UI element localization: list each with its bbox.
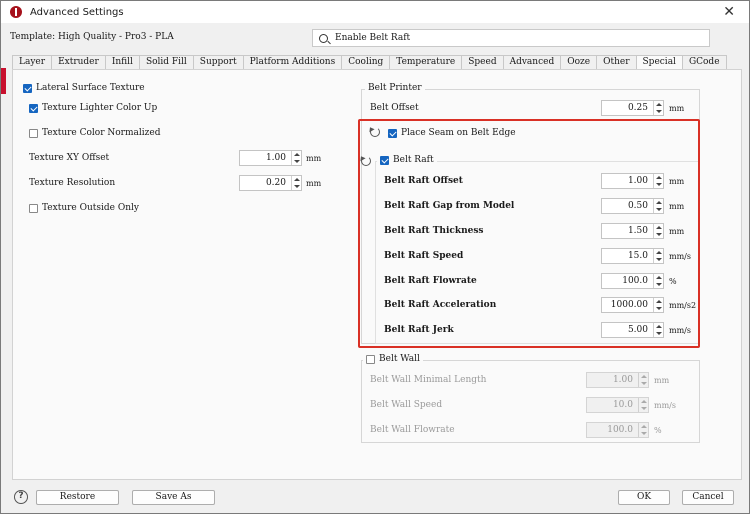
stepper-arrows[interactable]: [638, 398, 648, 412]
tab-infill[interactable]: Infill: [104, 55, 140, 70]
texture-normalized-checkbox[interactable]: [29, 128, 38, 138]
window-title: Advanced Settings: [30, 6, 124, 18]
lateral-texture-toggle[interactable]: Lateral Surface Texture: [23, 83, 145, 93]
belt-wall-flowrate-stepper[interactable]: 100.0: [586, 422, 649, 438]
belt-offset-unit: mm: [669, 104, 685, 113]
lateral-texture-checkbox[interactable]: [23, 83, 32, 93]
tab-extruder[interactable]: Extruder: [51, 55, 106, 70]
search-input-value[interactable]: Enable Belt Raft: [335, 33, 410, 43]
belt-offset-value[interactable]: 0.25: [602, 103, 653, 113]
texture-resolution-label: Texture Resolution: [29, 178, 116, 188]
search-input[interactable]: Enable Belt Raft: [312, 29, 710, 47]
belt-offset-label: Belt Offset: [370, 103, 419, 113]
arrow-down-icon[interactable]: [640, 382, 647, 385]
belt-wall-min-length-unit: mm: [654, 376, 670, 385]
help-icon[interactable]: ?: [14, 490, 28, 504]
belt-wall-flowrate-unit: %: [654, 426, 662, 435]
texture-normalized-label: Texture Color Normalized: [42, 128, 161, 138]
settings-tabs: Layer Extruder Infill Solid Fill Support…: [12, 55, 727, 71]
arrow-up-icon[interactable]: [655, 103, 662, 106]
belt-wall-min-length-stepper[interactable]: 1.00: [586, 372, 649, 388]
tab-cooling[interactable]: Cooling: [341, 55, 391, 70]
cancel-button[interactable]: Cancel: [682, 490, 734, 505]
ok-button[interactable]: OK: [618, 490, 670, 505]
texture-xy-offset-stepper[interactable]: 1.00: [239, 150, 302, 166]
texture-resolution-stepper[interactable]: 0.20: [239, 175, 302, 191]
tab-gcode[interactable]: GCode: [681, 55, 727, 70]
stepper-arrows[interactable]: [638, 373, 648, 387]
texture-xy-offset-label: Texture XY Offset: [29, 153, 110, 163]
texture-resolution-unit: mm: [306, 179, 322, 188]
texture-resolution-value[interactable]: 0.20: [240, 178, 291, 188]
arrow-down-icon[interactable]: [640, 407, 647, 410]
texture-lighter-toggle[interactable]: Texture Lighter Color Up: [29, 103, 157, 113]
texture-lighter-label: Texture Lighter Color Up: [42, 103, 158, 113]
stepper-arrows[interactable]: [291, 151, 301, 165]
arrow-up-icon[interactable]: [640, 375, 647, 378]
belt-printer-title: Belt Printer: [365, 83, 425, 93]
belt-wall-speed-label: Belt Wall Speed: [370, 400, 443, 410]
tab-temperature[interactable]: Temperature: [389, 55, 463, 70]
save-as-button[interactable]: Save As: [132, 490, 215, 505]
tab-support[interactable]: Support: [192, 55, 244, 70]
tab-ooze[interactable]: Ooze: [560, 55, 598, 70]
belt-wall-speed-value[interactable]: 10.0: [587, 400, 638, 410]
belt-wall-toggle[interactable]: Belt Wall: [363, 354, 423, 364]
belt-wall-min-length-label: Belt Wall Minimal Length: [370, 375, 487, 385]
tab-platform-additions[interactable]: Platform Additions: [242, 55, 343, 70]
belt-wall-title: Belt Wall: [379, 354, 420, 364]
tab-advanced[interactable]: Advanced: [502, 55, 562, 70]
belt-wall-flowrate-value[interactable]: 100.0: [587, 425, 638, 435]
texture-outside-label: Texture Outside Only: [42, 203, 139, 213]
lateral-texture-label: Lateral Surface Texture: [36, 83, 145, 93]
texture-outside-checkbox[interactable]: [29, 203, 38, 213]
search-icon: [319, 33, 328, 43]
texture-normalized-toggle[interactable]: Texture Color Normalized: [29, 128, 160, 138]
belt-wall-checkbox[interactable]: [366, 354, 375, 364]
stepper-arrows[interactable]: [638, 423, 648, 437]
texture-xy-offset-value[interactable]: 1.00: [240, 153, 291, 163]
arrow-up-icon[interactable]: [640, 400, 647, 403]
tab-other[interactable]: Other: [596, 55, 637, 70]
background-app-strip: [1, 68, 6, 94]
arrow-up-icon[interactable]: [640, 425, 647, 428]
arrow-up-icon[interactable]: [293, 153, 300, 156]
belt-offset-stepper[interactable]: 0.25: [601, 100, 664, 116]
close-icon[interactable]: ✕: [723, 3, 735, 21]
template-label: Template: High Quality - Pro3 - PLA: [10, 32, 174, 42]
advanced-settings-window: Advanced Settings ✕ Template: High Quali…: [0, 0, 750, 514]
texture-xy-offset-unit: mm: [306, 154, 322, 163]
tab-layer[interactable]: Layer: [12, 55, 53, 70]
arrow-down-icon[interactable]: [293, 185, 300, 188]
arrow-down-icon[interactable]: [640, 432, 647, 435]
texture-lighter-checkbox[interactable]: [29, 103, 38, 113]
stepper-arrows[interactable]: [653, 101, 663, 115]
highlight-box: [358, 119, 700, 348]
stepper-arrows[interactable]: [291, 176, 301, 190]
title-bar: Advanced Settings ✕: [1, 1, 749, 23]
belt-wall-flowrate-label: Belt Wall Flowrate: [370, 425, 455, 435]
arrow-down-icon[interactable]: [655, 110, 662, 113]
arrow-up-icon[interactable]: [293, 178, 300, 181]
belt-wall-speed-stepper[interactable]: 10.0: [586, 397, 649, 413]
arrow-down-icon[interactable]: [293, 160, 300, 163]
texture-outside-toggle[interactable]: Texture Outside Only: [29, 203, 139, 213]
belt-wall-min-length-value[interactable]: 1.00: [587, 375, 638, 385]
tab-speed[interactable]: Speed: [461, 55, 504, 70]
belt-wall-speed-unit: mm/s: [654, 401, 676, 410]
restore-button[interactable]: Restore: [36, 490, 119, 505]
tab-solid-fill[interactable]: Solid Fill: [138, 55, 194, 70]
app-logo-icon: [10, 6, 22, 18]
